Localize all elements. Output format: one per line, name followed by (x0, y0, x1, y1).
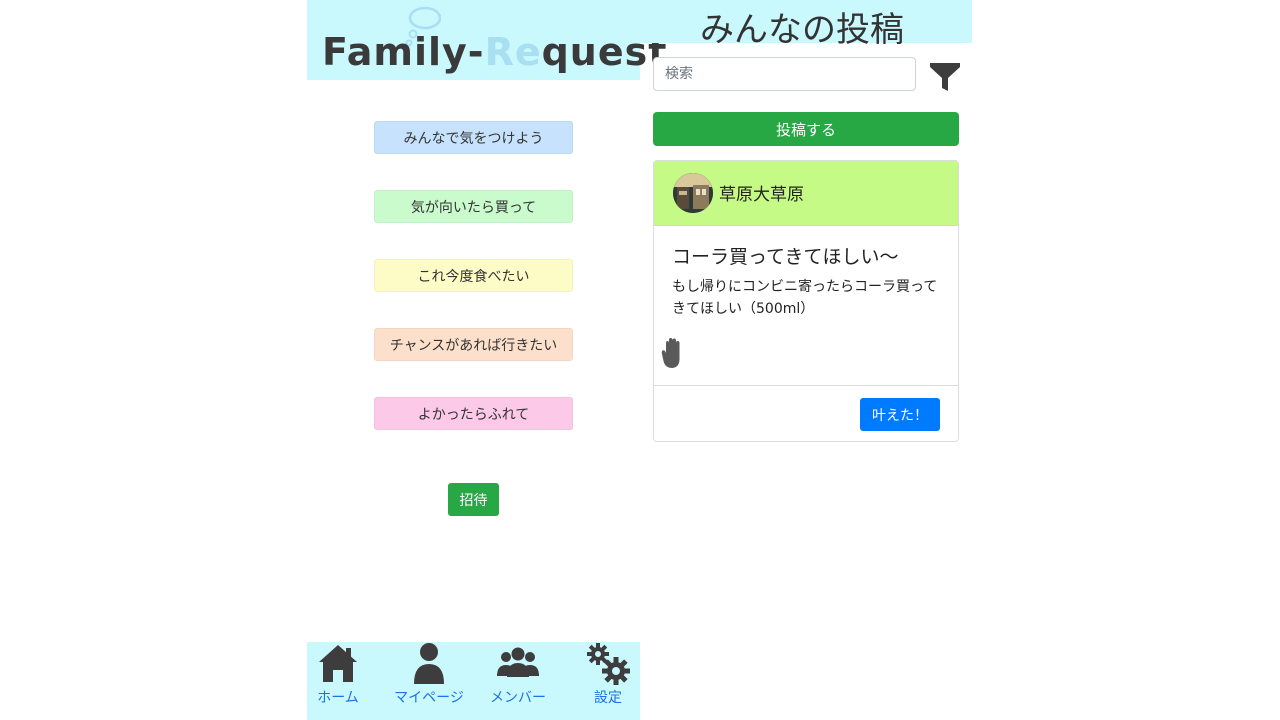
post-card-header: 草原大草原 (654, 161, 958, 226)
gear-icon (587, 643, 630, 685)
user-icon (414, 643, 444, 684)
logo: Family-Request (307, 0, 666, 80)
category-label: みんなで気をつけよう (403, 130, 544, 147)
invite-button[interactable]: 招待 (448, 483, 499, 516)
category-label: これ今度食べたい (417, 268, 530, 285)
category-button[interactable]: よかったらふれて (374, 397, 573, 430)
members-icon (497, 647, 539, 677)
post-button[interactable]: 投稿する (653, 112, 959, 146)
nav-home[interactable]: ホーム (315, 642, 361, 720)
post-title: コーラ買ってきてほしい〜 (672, 246, 899, 268)
avatar-image (673, 173, 713, 213)
post-card: 草原大草原 コーラ買ってきてほしい〜 もし帰りにコンビニ寄ったらコーラ買ってきて… (653, 160, 959, 442)
post-text: もし帰りにコンビニ寄ったらコーラ買ってきてほしい（500ml） (672, 279, 938, 317)
bottom-nav: ホーム マイページ メンバー 設定 (307, 642, 640, 720)
category-label: チャンスがあれば行きたい (389, 337, 558, 354)
page-header: みんなの投稿 (640, 0, 972, 50)
category-button[interactable]: チャンスがあれば行きたい (374, 328, 573, 361)
nav-members[interactable]: メンバー (489, 642, 547, 720)
hand-icon[interactable] (661, 337, 685, 371)
avatar (673, 173, 713, 213)
post-card-footer: 叶えた！ (654, 385, 958, 441)
logo-part-1: Family- (322, 30, 485, 74)
nav-label: ホーム (317, 690, 359, 706)
app-root: Family-Request みんなで気をつけよう 気が向いたら買って これ今度… (0, 0, 1280, 720)
post-author: 草原大草原 (719, 185, 804, 205)
page-title: みんなの投稿 (700, 10, 904, 50)
logo-part-2: Re (484, 30, 542, 74)
logo-text: Family-Request (322, 30, 667, 74)
category-button[interactable]: これ今度食べたい (374, 259, 573, 292)
category-button[interactable]: みんなで気をつけよう (374, 121, 573, 154)
nav-label: マイページ (394, 690, 464, 706)
nav-label: 設定 (594, 690, 622, 706)
category-label: 気が向いたら買って (410, 199, 537, 216)
nav-label: メンバー (490, 690, 546, 706)
home-icon (319, 645, 357, 682)
left-panel: Family-Request みんなで気をつけよう 気が向いたら買って これ今度… (307, 0, 666, 720)
category-button[interactable]: 気が向いたら買って (374, 190, 573, 223)
filter-icon[interactable] (930, 62, 960, 92)
nav-mypage[interactable]: マイページ (392, 642, 466, 720)
nav-settings[interactable]: 設定 (585, 642, 631, 720)
search-input[interactable] (653, 57, 916, 91)
granted-button[interactable]: 叶えた！ (860, 398, 940, 431)
category-label: よかったらふれて (417, 406, 530, 423)
